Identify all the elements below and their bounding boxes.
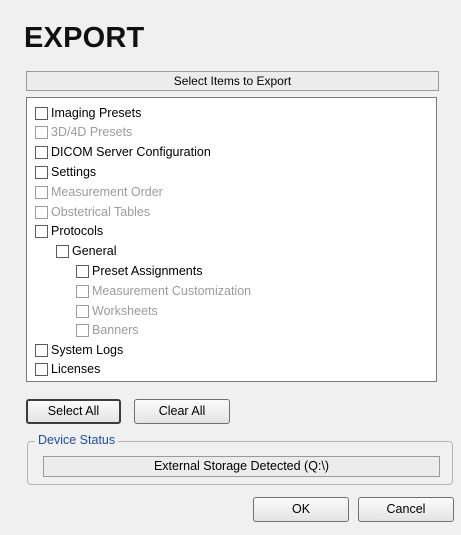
list-item-preset-assignments[interactable]: Preset Assignments bbox=[76, 262, 202, 280]
dialog-title: EXPORT bbox=[24, 22, 145, 54]
item-label: Obstetrical Tables bbox=[51, 205, 151, 219]
item-label: Worksheets bbox=[92, 304, 158, 318]
checkbox bbox=[76, 323, 89, 337]
item-label: Preset Assignments bbox=[92, 264, 203, 278]
select-all-button[interactable]: Select All bbox=[26, 399, 121, 424]
list-item-licenses[interactable]: Licenses bbox=[35, 360, 100, 378]
checkbox bbox=[76, 284, 89, 298]
checkbox bbox=[35, 205, 48, 219]
list-item-general[interactable]: General bbox=[56, 242, 116, 260]
export-items-list[interactable]: Imaging Presets 3D/4D Presets DICOM Serv… bbox=[26, 97, 437, 382]
clear-all-button[interactable]: Clear All bbox=[134, 399, 230, 424]
item-label: Licenses bbox=[51, 362, 101, 376]
checkbox[interactable] bbox=[35, 224, 48, 238]
item-label: Measurement Order bbox=[51, 185, 163, 199]
select-items-header: Select Items to Export bbox=[26, 71, 439, 91]
item-label: System Logs bbox=[51, 343, 124, 357]
device-status-field: External Storage Detected (Q:\) bbox=[43, 456, 440, 477]
list-item-system-logs[interactable]: System Logs bbox=[35, 341, 123, 359]
list-item-dicom-server-configuration[interactable]: DICOM Server Configuration bbox=[35, 143, 211, 161]
list-item-protocols[interactable]: Protocols bbox=[35, 222, 103, 240]
list-item-obstetrical-tables: Obstetrical Tables bbox=[35, 203, 150, 221]
checkbox[interactable] bbox=[35, 343, 48, 357]
checkbox[interactable] bbox=[56, 244, 69, 258]
list-item-worksheets: Worksheets bbox=[76, 302, 158, 320]
item-label: Protocols bbox=[51, 224, 104, 238]
export-dialog: EXPORT Select Items to Export Imaging Pr… bbox=[0, 0, 461, 535]
item-label: 3D/4D Presets bbox=[51, 125, 133, 139]
checkbox bbox=[35, 185, 48, 199]
checkbox bbox=[76, 304, 89, 318]
cancel-button[interactable]: Cancel bbox=[358, 497, 454, 522]
list-item-measurement-order: Measurement Order bbox=[35, 183, 163, 201]
item-label: Settings bbox=[51, 165, 97, 179]
list-item-imaging-presets[interactable]: Imaging Presets bbox=[35, 104, 141, 122]
checkbox[interactable] bbox=[35, 106, 48, 120]
item-label: Measurement Customization bbox=[92, 284, 252, 298]
item-label: DICOM Server Configuration bbox=[51, 145, 211, 159]
checkbox[interactable] bbox=[76, 264, 89, 278]
item-label: Imaging Presets bbox=[51, 106, 142, 120]
checkbox[interactable] bbox=[35, 145, 48, 159]
list-item-settings[interactable]: Settings bbox=[35, 163, 96, 181]
checkbox[interactable] bbox=[35, 362, 48, 376]
item-label: Banners bbox=[92, 323, 139, 337]
list-item-3d4d-presets: 3D/4D Presets bbox=[35, 123, 132, 141]
list-item-measurement-customization: Measurement Customization bbox=[76, 282, 251, 300]
device-status-label: Device Status bbox=[35, 433, 119, 447]
checkbox[interactable] bbox=[35, 165, 48, 179]
item-label: General bbox=[72, 244, 117, 258]
ok-button[interactable]: OK bbox=[253, 497, 349, 522]
checkbox bbox=[35, 125, 48, 139]
list-item-banners: Banners bbox=[76, 321, 139, 339]
